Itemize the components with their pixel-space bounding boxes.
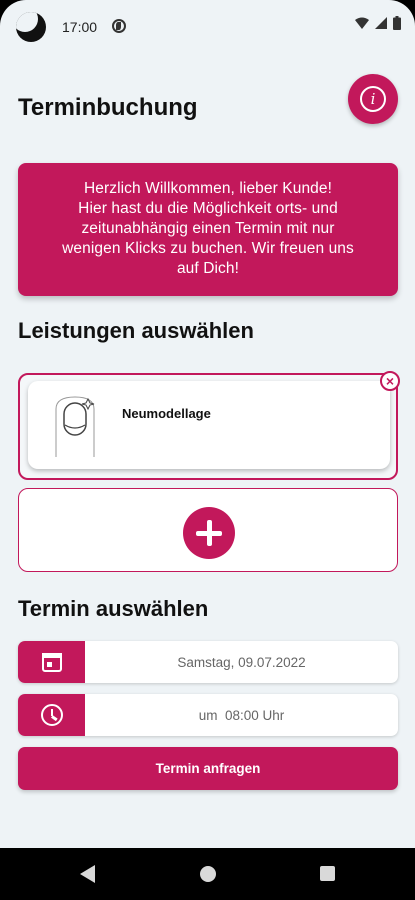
welcome-line: zeitunabhängig einen Termin mit nur <box>81 220 335 237</box>
welcome-line: Herzlich Willkommen, lieber Kunde! <box>83 180 333 197</box>
remove-service-button[interactable]: × <box>380 371 400 391</box>
welcome-line: auf Dich! <box>176 260 240 277</box>
time-value[interactable]: um 08:00 Uhr <box>85 694 398 736</box>
welcome-line: Hier hast du die Möglichkeit orts- und <box>78 200 338 217</box>
back-icon[interactable] <box>80 865 95 883</box>
navigation-bar <box>0 848 415 900</box>
welcome-line: wenigen Klicks zu buchen. Wir freuen uns <box>62 240 354 257</box>
time-picker-icon-box[interactable] <box>18 694 85 736</box>
app-screen: 17:00 Terminbuchung i Herzlich Willkomme… <box>0 0 415 848</box>
welcome-card: Herzlich Willkommen, lieber Kunde! Hier … <box>18 163 398 296</box>
status-bar: 17:00 <box>0 0 415 52</box>
date-picker[interactable]: Samstag, 09.07.2022 <box>18 641 398 683</box>
system-icons <box>355 16 401 30</box>
status-time: 17:00 <box>62 19 98 35</box>
wifi-icon <box>355 17 369 29</box>
recent-apps-icon[interactable] <box>320 866 335 881</box>
home-icon[interactable] <box>200 866 216 882</box>
request-appointment-button[interactable]: Termin anfragen <box>18 747 398 790</box>
add-service-card[interactable] <box>18 488 398 572</box>
service-name: Neumodellage <box>122 406 211 421</box>
close-icon: × <box>385 373 395 389</box>
info-icon: i <box>360 86 386 112</box>
globe-icon <box>112 19 126 33</box>
clock-icon <box>40 704 63 726</box>
date-picker-icon-box[interactable] <box>18 641 85 683</box>
service-card[interactable]: Neumodellage <box>18 373 398 480</box>
nail-icon <box>55 396 95 457</box>
service-card-inner[interactable]: Neumodellage <box>28 381 390 469</box>
calendar-icon <box>41 652 62 672</box>
signal-icon <box>375 17 387 29</box>
battery-icon <box>393 16 401 30</box>
appointment-section-title: Termin auswählen <box>18 596 209 621</box>
services-section-title: Leistungen auswählen <box>18 318 254 343</box>
moon-icon <box>16 12 46 42</box>
date-value[interactable]: Samstag, 09.07.2022 <box>85 641 398 683</box>
time-picker[interactable]: um 08:00 Uhr <box>18 694 398 736</box>
plus-icon[interactable] <box>183 507 235 559</box>
info-button[interactable]: i <box>348 74 398 124</box>
page-title: Terminbuchung <box>18 94 198 121</box>
